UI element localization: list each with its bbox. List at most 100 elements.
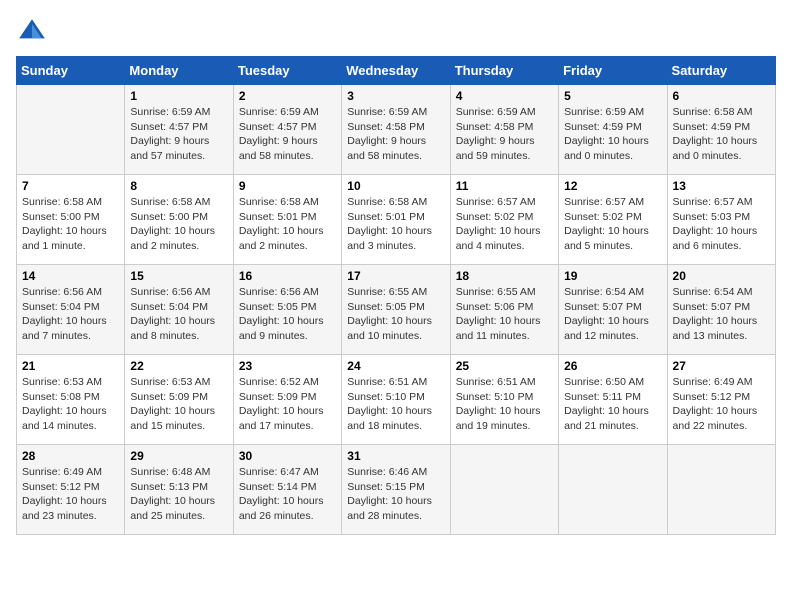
day-info: Sunrise: 6:53 AMSunset: 5:09 PMDaylight:… <box>130 375 227 434</box>
calendar-cell: 6 Sunrise: 6:58 AMSunset: 4:59 PMDaylight… <box>667 85 775 175</box>
day-number: 12 <box>564 179 661 193</box>
day-info: Sunrise: 6:49 AMSunset: 5:12 PMDaylight:… <box>22 465 119 524</box>
calendar-cell: 28Sunrise: 6:49 AMSunset: 5:12 PMDayligh… <box>17 445 125 535</box>
calendar-cell: 7 Sunrise: 6:58 AMSunset: 5:00 PMDaylight… <box>17 175 125 265</box>
day-number: 6 <box>673 89 770 103</box>
calendar-cell <box>17 85 125 175</box>
calendar-week-row: 7 Sunrise: 6:58 AMSunset: 5:00 PMDaylight… <box>17 175 776 265</box>
day-number: 18 <box>456 269 553 283</box>
day-info: Sunrise: 6:54 AMSunset: 5:07 PMDaylight:… <box>564 285 661 344</box>
page-header <box>16 16 776 48</box>
logo-icon <box>16 16 48 48</box>
day-info: Sunrise: 6:51 AMSunset: 5:10 PMDaylight:… <box>347 375 444 434</box>
calendar-cell: 9 Sunrise: 6:58 AMSunset: 5:01 PMDaylight… <box>233 175 341 265</box>
calendar-table: SundayMondayTuesdayWednesdayThursdayFrid… <box>16 56 776 535</box>
day-number: 10 <box>347 179 444 193</box>
day-number: 8 <box>130 179 227 193</box>
day-number: 1 <box>130 89 227 103</box>
calendar-cell: 8 Sunrise: 6:58 AMSunset: 5:00 PMDaylight… <box>125 175 233 265</box>
day-number: 15 <box>130 269 227 283</box>
calendar-cell: 11 Sunrise: 6:57 AMSunset: 5:02 PMDayligh… <box>450 175 558 265</box>
day-info: Sunrise: 6:57 AMSunset: 5:02 PMDaylight:… <box>564 195 661 254</box>
calendar-header-sunday: Sunday <box>17 57 125 85</box>
day-info: Sunrise: 6:58 AMSunset: 5:00 PMDaylight:… <box>22 195 119 254</box>
day-number: 30 <box>239 449 336 463</box>
day-number: 23 <box>239 359 336 373</box>
day-info: Sunrise: 6:58 AMSunset: 5:00 PMDaylight:… <box>130 195 227 254</box>
day-number: 9 <box>239 179 336 193</box>
day-info: Sunrise: 6:56 AMSunset: 5:04 PMDaylight:… <box>22 285 119 344</box>
calendar-cell: 13 Sunrise: 6:57 AMSunset: 5:03 PMDayligh… <box>667 175 775 265</box>
day-info: Sunrise: 6:59 AMSunset: 4:58 PMDaylight:… <box>456 105 553 164</box>
calendar-header-thursday: Thursday <box>450 57 558 85</box>
day-info: Sunrise: 6:58 AMSunset: 4:59 PMDaylight:… <box>673 105 770 164</box>
calendar-cell: 2 Sunrise: 6:59 AMSunset: 4:57 PMDaylight… <box>233 85 341 175</box>
calendar-cell: 12 Sunrise: 6:57 AMSunset: 5:02 PMDayligh… <box>559 175 667 265</box>
calendar-week-row: 1 Sunrise: 6:59 AMSunset: 4:57 PMDaylight… <box>17 85 776 175</box>
day-number: 4 <box>456 89 553 103</box>
day-number: 5 <box>564 89 661 103</box>
calendar-cell: 30 Sunrise: 6:47 AMSunset: 5:14 PMDayligh… <box>233 445 341 535</box>
day-number: 17 <box>347 269 444 283</box>
day-number: 26 <box>564 359 661 373</box>
calendar-cell: 10Sunrise: 6:58 AMSunset: 5:01 PMDayligh… <box>342 175 450 265</box>
day-info: Sunrise: 6:57 AMSunset: 5:03 PMDaylight:… <box>673 195 770 254</box>
day-number: 3 <box>347 89 444 103</box>
day-info: Sunrise: 6:53 AMSunset: 5:08 PMDaylight:… <box>22 375 119 434</box>
day-info: Sunrise: 6:56 AMSunset: 5:05 PMDaylight:… <box>239 285 336 344</box>
day-info: Sunrise: 6:59 AMSunset: 4:57 PMDaylight:… <box>239 105 336 164</box>
calendar-cell: 25 Sunrise: 6:51 AMSunset: 5:10 PMDayligh… <box>450 355 558 445</box>
day-number: 11 <box>456 179 553 193</box>
day-number: 13 <box>673 179 770 193</box>
day-info: Sunrise: 6:59 AMSunset: 4:59 PMDaylight:… <box>564 105 661 164</box>
day-info: Sunrise: 6:54 AMSunset: 5:07 PMDaylight:… <box>673 285 770 344</box>
calendar-cell: 15Sunrise: 6:56 AMSunset: 5:04 PMDayligh… <box>125 265 233 355</box>
day-number: 7 <box>22 179 119 193</box>
day-number: 19 <box>564 269 661 283</box>
day-info: Sunrise: 6:57 AMSunset: 5:02 PMDaylight:… <box>456 195 553 254</box>
calendar-cell: 14 Sunrise: 6:56 AMSunset: 5:04 PMDayligh… <box>17 265 125 355</box>
calendar-header-row: SundayMondayTuesdayWednesdayThursdayFrid… <box>17 57 776 85</box>
day-info: Sunrise: 6:52 AMSunset: 5:09 PMDaylight:… <box>239 375 336 434</box>
day-info: Sunrise: 6:58 AMSunset: 5:01 PMDaylight:… <box>239 195 336 254</box>
day-number: 25 <box>456 359 553 373</box>
calendar-cell: 23 Sunrise: 6:52 AMSunset: 5:09 PMDayligh… <box>233 355 341 445</box>
calendar-cell <box>667 445 775 535</box>
day-info: Sunrise: 6:47 AMSunset: 5:14 PMDaylight:… <box>239 465 336 524</box>
day-number: 2 <box>239 89 336 103</box>
day-number: 29 <box>130 449 227 463</box>
calendar-cell: 4 Sunrise: 6:59 AMSunset: 4:58 PMDaylight… <box>450 85 558 175</box>
calendar-cell: 29 Sunrise: 6:48 AMSunset: 5:13 PMDayligh… <box>125 445 233 535</box>
calendar-cell: 24Sunrise: 6:51 AMSunset: 5:10 PMDayligh… <box>342 355 450 445</box>
calendar-header-friday: Friday <box>559 57 667 85</box>
calendar-cell: 5 Sunrise: 6:59 AMSunset: 4:59 PMDaylight… <box>559 85 667 175</box>
day-info: Sunrise: 6:51 AMSunset: 5:10 PMDaylight:… <box>456 375 553 434</box>
day-number: 14 <box>22 269 119 283</box>
calendar-header-monday: Monday <box>125 57 233 85</box>
day-info: Sunrise: 6:55 AMSunset: 5:05 PMDaylight:… <box>347 285 444 344</box>
day-info: Sunrise: 6:59 AMSunset: 4:57 PMDaylight:… <box>130 105 227 164</box>
calendar-cell: 19 Sunrise: 6:54 AMSunset: 5:07 PMDayligh… <box>559 265 667 355</box>
calendar-week-row: 21 Sunrise: 6:53 AMSunset: 5:08 PMDayligh… <box>17 355 776 445</box>
logo <box>16 16 52 48</box>
day-info: Sunrise: 6:46 AMSunset: 5:15 PMDaylight:… <box>347 465 444 524</box>
calendar-header-tuesday: Tuesday <box>233 57 341 85</box>
day-number: 16 <box>239 269 336 283</box>
calendar-week-row: 28Sunrise: 6:49 AMSunset: 5:12 PMDayligh… <box>17 445 776 535</box>
day-info: Sunrise: 6:59 AMSunset: 4:58 PMDaylight:… <box>347 105 444 164</box>
calendar-cell: 22 Sunrise: 6:53 AMSunset: 5:09 PMDayligh… <box>125 355 233 445</box>
calendar-cell: 20Sunrise: 6:54 AMSunset: 5:07 PMDayligh… <box>667 265 775 355</box>
day-number: 21 <box>22 359 119 373</box>
calendar-header-wednesday: Wednesday <box>342 57 450 85</box>
calendar-header-saturday: Saturday <box>667 57 775 85</box>
calendar-cell: 27Sunrise: 6:49 AMSunset: 5:12 PMDayligh… <box>667 355 775 445</box>
calendar-cell: 18 Sunrise: 6:55 AMSunset: 5:06 PMDayligh… <box>450 265 558 355</box>
calendar-cell: 3 Sunrise: 6:59 AMSunset: 4:58 PMDaylight… <box>342 85 450 175</box>
day-number: 22 <box>130 359 227 373</box>
calendar-cell: 31Sunrise: 6:46 AMSunset: 5:15 PMDayligh… <box>342 445 450 535</box>
calendar-cell: 26Sunrise: 6:50 AMSunset: 5:11 PMDayligh… <box>559 355 667 445</box>
calendar-cell: 16 Sunrise: 6:56 AMSunset: 5:05 PMDayligh… <box>233 265 341 355</box>
calendar-week-row: 14 Sunrise: 6:56 AMSunset: 5:04 PMDayligh… <box>17 265 776 355</box>
day-info: Sunrise: 6:48 AMSunset: 5:13 PMDaylight:… <box>130 465 227 524</box>
day-info: Sunrise: 6:55 AMSunset: 5:06 PMDaylight:… <box>456 285 553 344</box>
